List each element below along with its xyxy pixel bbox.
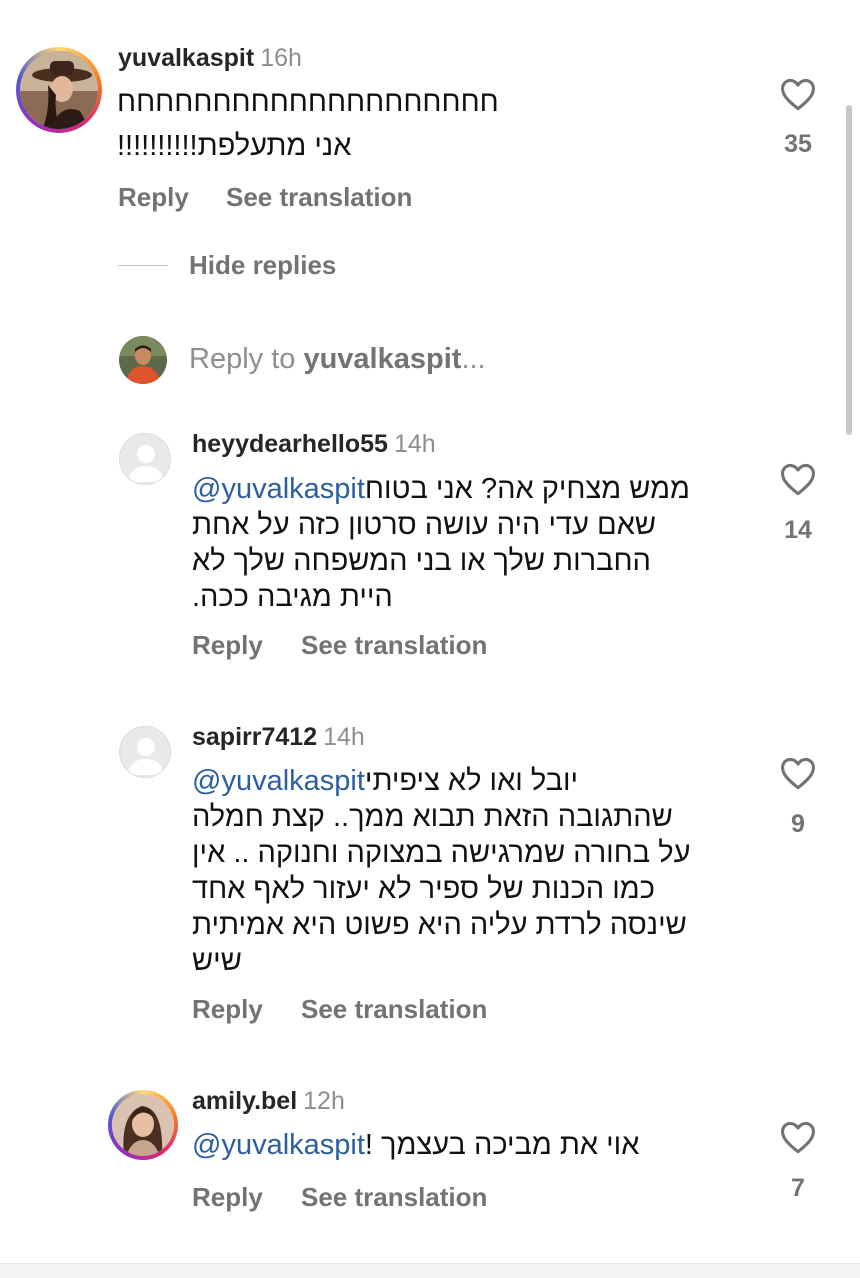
like-count: 35 (784, 130, 812, 158)
avatar[interactable] (20, 51, 98, 129)
current-user-avatar (119, 336, 167, 384)
comment-line: @yuvalkaspit אוי את מביכה בעצמך ! (192, 1127, 737, 1163)
comment-line: שיש (192, 945, 242, 977)
heart-icon[interactable] (779, 462, 817, 496)
comment-username[interactable]: sapirr7412 (192, 723, 317, 751)
hide-replies-divider (118, 265, 168, 266)
mention-link[interactable]: @yuvalkaspit (192, 1129, 365, 1161)
like-button[interactable] (779, 462, 817, 501)
comment-first-line-text: יובל ואו לא ציפיתי (364, 765, 587, 797)
comment-header: amily.bel 12h (192, 1087, 345, 1116)
avatar[interactable] (119, 433, 171, 485)
default-avatar-icon (128, 738, 164, 775)
comment-time: 14h (393, 430, 436, 458)
comment-username[interactable]: amily.bel (192, 1087, 297, 1115)
see-translation-button[interactable]: See translation (301, 630, 487, 661)
comment-time: 16h (260, 44, 302, 72)
comment-header: heyydearhello55 14h (192, 430, 436, 459)
avatar-photo (20, 51, 98, 129)
reply-input-target: yuvalkaspit (303, 343, 462, 375)
like-button[interactable] (779, 1120, 817, 1159)
comment-username[interactable]: yuvalkaspit (118, 44, 254, 72)
see-translation-button[interactable]: See translation (301, 1182, 487, 1213)
comment-line: היית מגיבה ככה. (192, 581, 393, 613)
story-ring[interactable] (108, 1090, 178, 1160)
like-count: 14 (784, 516, 812, 544)
heart-icon[interactable] (779, 756, 817, 790)
comment-line: @yuvalkaspit יובל ואו לא ציפיתי (192, 763, 737, 799)
comment-line: אני מתעלפת!!!!!!!!!! (117, 130, 352, 162)
like-count: 9 (791, 810, 805, 838)
heart-icon[interactable] (779, 1120, 817, 1154)
comment-body: @yuvalkaspit אוי את מביכה בעצמך ! (192, 1127, 737, 1163)
comment-time: 14h (323, 723, 365, 751)
comment-header: sapirr7412 14h (192, 723, 365, 752)
heart-icon[interactable] (779, 77, 817, 111)
comment-line: @yuvalkaspit ממש מצחיק אה? אני בטוח (192, 471, 737, 507)
like-button[interactable] (779, 77, 817, 116)
comment-line: החברות שלך או בני המשפחה שלך לא (192, 545, 651, 577)
mention-link[interactable]: @yuvalkaspit (192, 473, 365, 505)
current-user-photo (119, 336, 167, 384)
comment-first-line-text: אוי את מביכה בעצמך ! (364, 1129, 648, 1161)
reply-button[interactable]: Reply (118, 182, 189, 213)
comment-time: 12h (303, 1087, 345, 1115)
like-count: 7 (791, 1174, 805, 1202)
comment-body: חחחחחחחחחחחחחחחחחחחח אני מתעלפת!!!!!!!!!… (117, 84, 717, 164)
reply-input[interactable]: Reply to yuvalkaspit... (189, 343, 486, 376)
comment-username[interactable]: heyydearhello55 (192, 430, 388, 458)
comment-body: @yuvalkaspit ממש מצחיק אה? אני בטוח שאם … (192, 471, 737, 615)
story-ring[interactable] (16, 47, 102, 133)
bottom-bar-edge (0, 1263, 860, 1278)
see-translation-button[interactable]: See translation (226, 182, 412, 213)
comment-header: yuvalkaspit 16h (118, 44, 302, 73)
reply-button[interactable]: Reply (192, 1182, 263, 1213)
avatar[interactable] (112, 1094, 174, 1156)
reply-input-suffix: ... (461, 343, 486, 375)
comment-line: שאם עדי היה עושה סרטון כזה על אחת (192, 509, 657, 541)
comment-body: @yuvalkaspit יובל ואו לא ציפיתי שהתגובה … (192, 763, 737, 979)
like-button[interactable] (779, 756, 817, 795)
avatar[interactable] (119, 726, 171, 778)
avatar-photo (112, 1094, 174, 1156)
scrollbar[interactable] (846, 105, 852, 435)
comment-first-line-text: ממש מצחיק אה? אני בטוח (364, 473, 699, 505)
comment-line: כמו הכנות של ספיר לא יעזור לאף אחד (192, 873, 655, 905)
comment-line: שהתגובה הזאת תבוא ממך.. קצת חמלה (192, 801, 673, 833)
comment-line: על בחורה שמרגישה במצוקה וחנוקה .. אין (192, 837, 691, 869)
mention-link[interactable]: @yuvalkaspit (192, 765, 365, 797)
reply-button[interactable]: Reply (192, 994, 263, 1025)
reply-input-prefix: Reply to (189, 343, 304, 375)
see-translation-button[interactable]: See translation (301, 994, 487, 1025)
comment-line: חחחחחחחחחחחחחחחחחחחח (117, 86, 499, 118)
reply-button[interactable]: Reply (192, 630, 263, 661)
default-avatar-icon (128, 445, 164, 482)
comment-line: שינסה לרדת עליה היא פשוט היא אמיתית (192, 909, 687, 941)
hide-replies-button[interactable]: Hide replies (189, 250, 336, 281)
